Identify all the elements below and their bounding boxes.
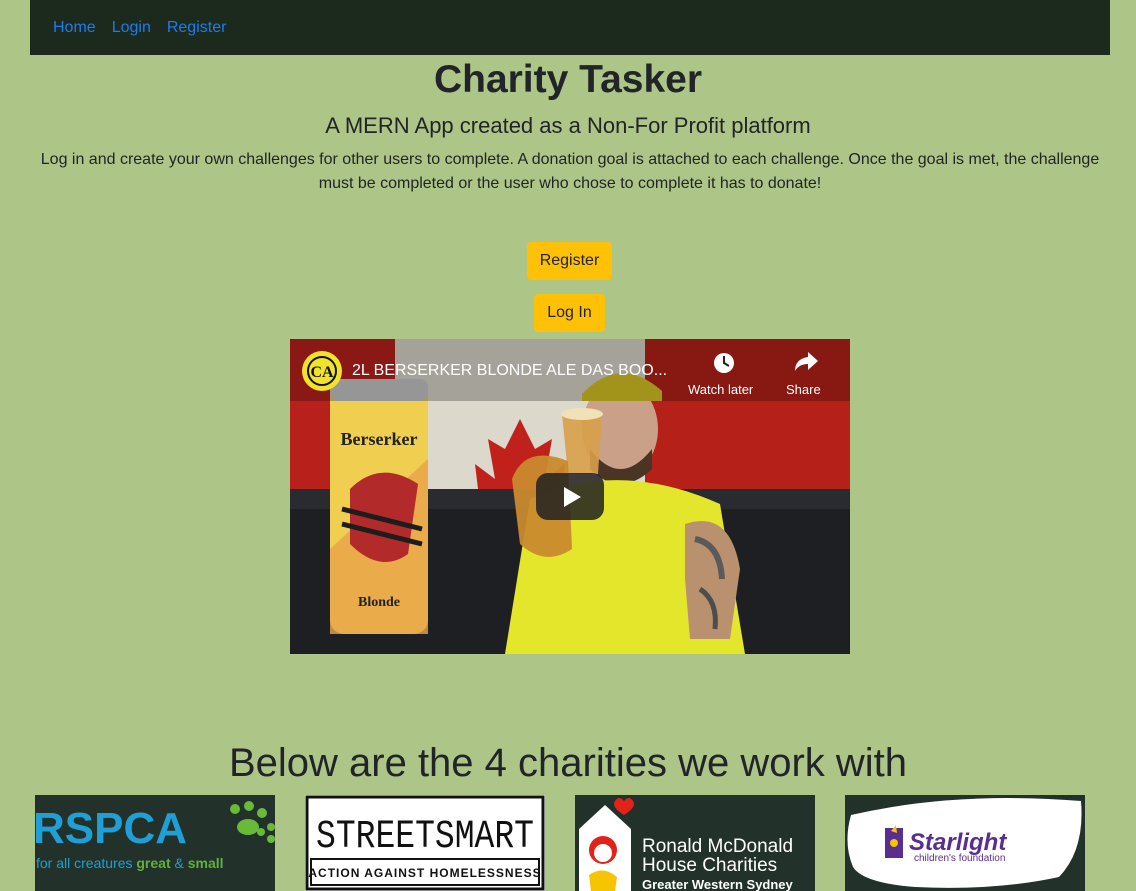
- rspca-tagline-amp: &: [171, 855, 188, 871]
- rmhc-line2: House Charities: [642, 855, 777, 876]
- video-title[interactable]: 2L BERSERKER BLONDE ALE DAS BOO...: [352, 362, 667, 380]
- page-description: Log in and create your own challenges fo…: [40, 151, 1100, 192]
- nav-link-register[interactable]: Register: [167, 19, 227, 37]
- svg-text:for all creatures great & smal: for all creatures great & small: [36, 855, 224, 871]
- nav-link-login[interactable]: Login: [112, 19, 151, 37]
- login-button[interactable]: Log In: [534, 294, 605, 332]
- embedded-video[interactable]: CA Berserker Blonde 2L BERSERKER BLONDE …: [290, 339, 850, 654]
- share-button[interactable]: Share: [786, 382, 821, 397]
- charity-logo-streetsmart[interactable]: STREETSMART ACTION AGAINST HOMELESSNESS: [305, 795, 545, 891]
- can-label-text: Blonde: [358, 595, 400, 610]
- charity-logo-ronald-mcdonald[interactable]: Ronald McDonald House Charities Greater …: [575, 795, 815, 891]
- rmhc-line3: Greater Western Sydney: [642, 877, 794, 891]
- rspca-tagline-small: small: [188, 855, 224, 871]
- charities-heading: Below are the 4 charities we work with: [228, 741, 908, 785]
- register-button[interactable]: Register: [527, 242, 612, 280]
- watch-later-button[interactable]: Watch later: [688, 382, 753, 397]
- charity-logo-starlight[interactable]: Starlight children's foundation: [845, 795, 1085, 891]
- rspca-name: RSPCA: [35, 804, 187, 853]
- top-navbar: Home Login Register: [30, 0, 1110, 55]
- video-thumbnail: CA Berserker Blonde: [290, 339, 850, 654]
- starlight-tagline: children's foundation: [914, 853, 1005, 864]
- page-title: Charity Tasker: [433, 58, 703, 101]
- rmhc-line1: Ronald McDonald: [642, 836, 793, 857]
- starlight-name: Starlight: [909, 829, 1007, 856]
- rspca-tagline-great: great: [136, 855, 171, 871]
- page-subtitle: A MERN App created as a Non-For Profit p…: [325, 113, 811, 138]
- nav-link-home[interactable]: Home: [53, 19, 96, 37]
- rspca-tagline-start: for all creatures: [36, 855, 136, 871]
- charity-logo-rspca[interactable]: RSPCA for all creatures great & small: [35, 795, 275, 891]
- can-brand-text: Berserker: [341, 429, 418, 449]
- channel-logo-text: CA: [310, 364, 334, 381]
- streetsmart-tagline: ACTION AGAINST HOMELESSNESS: [308, 866, 541, 880]
- streetsmart-name: STREETSMART: [316, 815, 534, 860]
